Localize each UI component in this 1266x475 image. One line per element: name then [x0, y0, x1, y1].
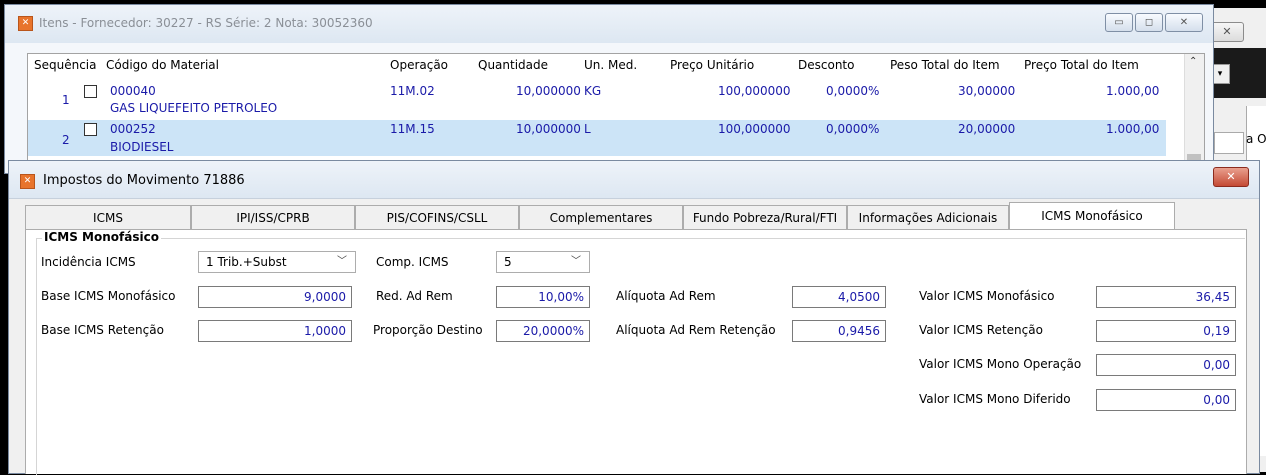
chevron-down-icon: ﹀ [337, 256, 347, 267]
base-icms-monofasico-label: Base ICMS Monofásico [41, 289, 176, 303]
items-window: ✕ Itens - Fornecedor: 30227 - RS Série: … [4, 4, 1214, 175]
row-checkbox[interactable] [84, 123, 97, 136]
tab-panel: ICMS Monofásico Incidência ICMS 1 Trib.+… [25, 229, 1247, 475]
row-preco-unit: 100,000000 [718, 122, 791, 136]
valor-icms-retencao-label: Valor ICMS Retenção [919, 323, 1043, 337]
minimize-button[interactable]: ▭ [1105, 13, 1133, 32]
aliquota-ad-rem-retencao-field[interactable]: 0,9456 [792, 320, 886, 342]
row-code: 000252 [110, 122, 156, 136]
col-desconto[interactable]: Desconto [798, 58, 854, 72]
items-window-title: Itens - Fornecedor: 30227 - RS Série: 2 … [39, 16, 373, 30]
proporcao-destino-label: Proporção Destino [373, 323, 483, 337]
tab-complementares[interactable]: Complementares [519, 205, 683, 229]
col-peso[interactable]: Peso Total do Item [890, 58, 1000, 72]
row-quantidade: 10,000000 [516, 84, 581, 98]
col-preco-total[interactable]: Preço Total do Item [1024, 58, 1139, 72]
table-row[interactable]: 2 000252 BIODIESEL 11M.15 10,000000 L 10… [28, 120, 1166, 156]
scroll-up-icon[interactable]: ⌃ [1189, 56, 1197, 67]
base-icms-retencao-field[interactable]: 1,0000 [198, 320, 352, 342]
table-row[interactable]: 1 000040 GAS LIQUEFEITO PETROLEO 11M.02 … [28, 82, 1166, 118]
items-grid[interactable]: Sequência Código do Material Operação Qu… [27, 53, 1205, 175]
valor-icms-mono-operacao-label: Valor ICMS Mono Operação [919, 357, 1082, 371]
maximize-button[interactable]: ◻ [1135, 13, 1163, 32]
red-ad-rem-label: Red. Ad Rem [376, 289, 453, 303]
close-button[interactable]: ✕ [1165, 13, 1203, 32]
col-preco-unit[interactable]: Preço Unitário [670, 58, 754, 72]
row-peso: 30,00000 [958, 84, 1016, 98]
base-icms-monofasico-field[interactable]: 9,0000 [198, 286, 352, 308]
chevron-down-icon: ﹀ [571, 256, 581, 267]
items-title-bar[interactable]: ✕ Itens - Fornecedor: 30227 - RS Série: … [5, 5, 1213, 43]
row-preco-unit: 100,000000 [718, 84, 791, 98]
col-codigo[interactable]: Código do Material [106, 58, 219, 72]
row-desconto: 0,0000% [826, 84, 880, 98]
impostos-window: ✕ Impostos do Movimento 71886 ✕ ICMS IPI… [8, 160, 1260, 475]
valor-icms-mono-diferido-field[interactable]: 0,00 [1096, 389, 1236, 411]
incidencia-icms-select[interactable]: 1 Trib.+Subst ﹀ [198, 251, 356, 273]
background-text: a O [1246, 132, 1266, 146]
row-checkbox[interactable] [84, 85, 97, 98]
valor-icms-monofasico-label: Valor ICMS Monofásico [919, 289, 1055, 303]
proporcao-destino-field[interactable]: 20,0000% [496, 320, 590, 342]
background-field[interactable] [1214, 132, 1244, 154]
row-preco-total: 1.000,00 [1106, 84, 1160, 98]
row-seq: 1 [62, 93, 70, 107]
red-ad-rem-field[interactable]: 10,00% [496, 286, 590, 308]
impostos-title-bar[interactable]: ✕ Impostos do Movimento 71886 ✕ [9, 161, 1259, 199]
row-preco-total: 1.000,00 [1106, 122, 1160, 136]
incidencia-icms-label: Incidência ICMS [41, 255, 136, 269]
col-quantidade[interactable]: Quantidade [478, 58, 548, 72]
row-peso: 20,00000 [958, 122, 1016, 136]
col-unmed[interactable]: Un. Med. [584, 58, 637, 72]
app-icon: ✕ [20, 174, 35, 189]
close-button[interactable]: ✕ [1213, 167, 1249, 187]
impostos-window-title: Impostos do Movimento 71886 [43, 173, 245, 188]
aliquota-ad-rem-retencao-label: Alíquota Ad Rem Retenção [616, 323, 776, 337]
incidencia-icms-value: 1 Trib.+Subst [206, 255, 287, 269]
group-title: ICMS Monofásico [42, 230, 161, 244]
row-un: L [584, 122, 591, 136]
col-operacao[interactable]: Operação [390, 58, 448, 72]
row-name: GAS LIQUEFEITO PETROLEO [110, 101, 278, 115]
row-quantidade: 10,000000 [516, 122, 581, 136]
base-icms-retencao-label: Base ICMS Retenção [41, 323, 164, 337]
valor-icms-mono-operacao-field[interactable]: 0,00 [1096, 354, 1236, 376]
tab-bar: ICMS IPI/ISS/CPRB PIS/COFINS/CSLL Comple… [25, 202, 1195, 230]
row-operacao: 11M.02 [390, 84, 435, 98]
row-name: BIODIESEL [110, 140, 174, 154]
row-un: KG [584, 84, 602, 98]
tab-icms-monofasico[interactable]: ICMS Monofásico [1009, 202, 1175, 230]
col-sequencia[interactable]: Sequência [34, 58, 97, 72]
valor-icms-mono-diferido-label: Valor ICMS Mono Diferido [919, 392, 1071, 406]
app-icon: ✕ [18, 16, 33, 31]
tab-pis-cofins-csll[interactable]: PIS/COFINS/CSLL [355, 205, 519, 229]
tab-fundo-pobreza[interactable]: Fundo Pobreza/Rural/FTI [683, 205, 847, 229]
valor-icms-monofasico-field[interactable]: 36,45 [1096, 286, 1236, 308]
row-seq: 2 [62, 133, 70, 147]
comp-icms-value: 5 [504, 255, 512, 269]
row-desconto: 0,0000% [826, 122, 880, 136]
valor-icms-retencao-field[interactable]: 0,19 [1096, 320, 1236, 342]
row-operacao: 11M.15 [390, 122, 435, 136]
vertical-scrollbar[interactable]: ⌃ [1184, 54, 1204, 174]
comp-icms-label: Comp. ICMS [376, 255, 449, 269]
row-code: 000040 [110, 84, 156, 98]
background-close-button[interactable]: ✕ [1210, 22, 1244, 42]
tab-informacoes-adicionais[interactable]: Informações Adicionais [847, 205, 1009, 229]
comp-icms-select[interactable]: 5 ﹀ [496, 251, 590, 273]
aliquota-ad-rem-label: Alíquota Ad Rem [616, 289, 716, 303]
tab-ipi-iss-cprb[interactable]: IPI/ISS/CPRB [191, 205, 355, 229]
tab-icms[interactable]: ICMS [25, 205, 191, 229]
aliquota-ad-rem-field[interactable]: 4,0500 [792, 286, 886, 308]
grid-header: Sequência Código do Material Operação Qu… [28, 54, 1184, 74]
